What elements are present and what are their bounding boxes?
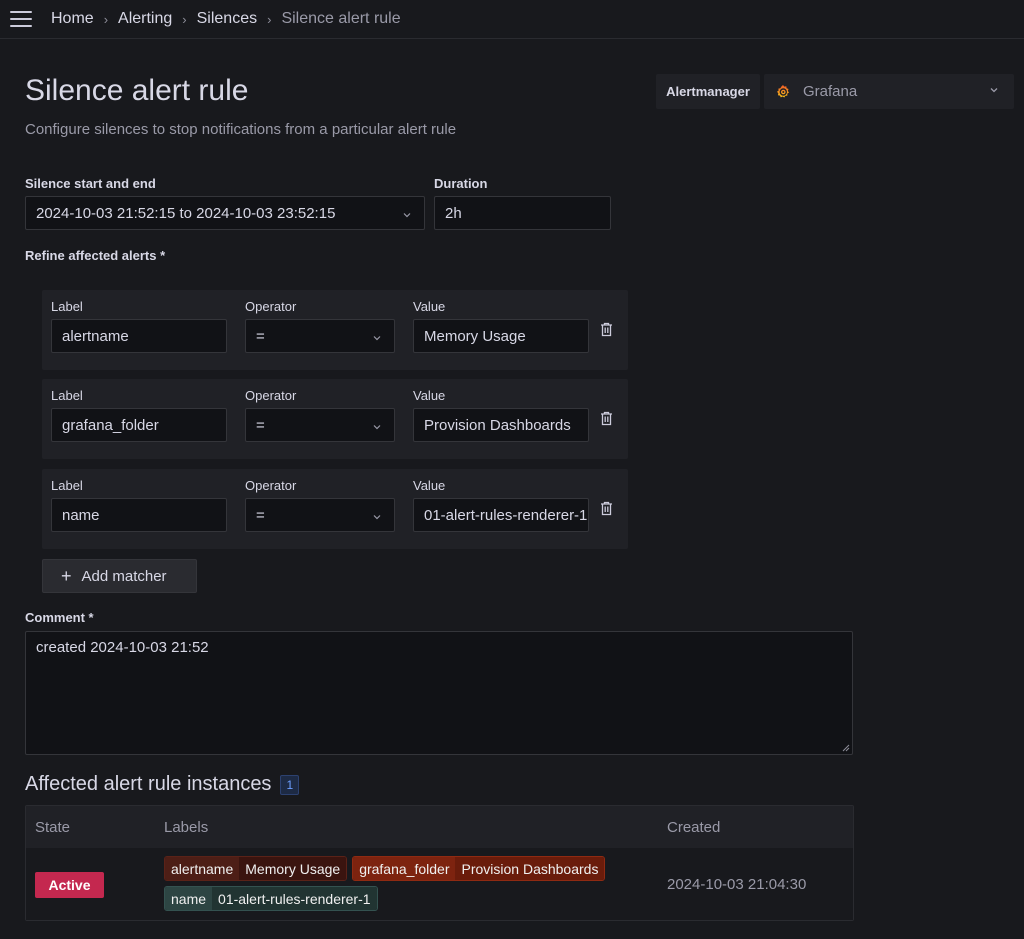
affected-instances-heading: Affected alert rule instances 1	[25, 773, 300, 796]
breadcrumb-alerting[interactable]: Alerting	[118, 10, 172, 28]
matcher-operator-select[interactable]: =	[245, 498, 395, 532]
chevron-down-icon	[990, 88, 998, 93]
matcher-value-input[interactable]: 01-alert-rules-renderer-1	[413, 498, 589, 532]
label-chip: alertname Memory Usage	[164, 856, 348, 881]
duration-value: 2h	[445, 204, 462, 222]
matcher-operator-value: =	[256, 327, 265, 345]
silence-range-label: Silence start and end	[25, 176, 156, 191]
breadcrumb-separator-icon: ›	[103, 11, 109, 27]
matcher-value-title: Value	[413, 299, 446, 314]
chevron-down-icon	[373, 515, 381, 520]
matcher-label-input[interactable]: alertname	[51, 319, 227, 353]
matcher-operator-title: Operator	[245, 478, 297, 493]
column-header-created: Created	[667, 819, 721, 836]
add-matcher-button[interactable]: + Add matcher	[42, 559, 197, 593]
matcher-label-input[interactable]: grafana_folder	[51, 408, 227, 442]
matcher-operator-title: Operator	[245, 299, 297, 314]
matcher-value-input[interactable]: Provision Dashboards	[413, 408, 589, 442]
affected-instances-title: Affected alert rule instances	[25, 773, 272, 795]
count-badge: 1	[280, 774, 300, 795]
matcher-value-value: 01-alert-rules-renderer-1	[424, 506, 588, 524]
matcher-operator-select[interactable]: =	[245, 408, 395, 442]
page-subtitle: Configure silences to stop notifications…	[25, 121, 457, 138]
alertmanager-select[interactable]: Grafana	[764, 74, 1014, 109]
matcher-operator-value: =	[256, 506, 265, 524]
label-chip: name 01-alert-rules-renderer-1	[164, 886, 378, 911]
comment-label: Comment *	[25, 610, 94, 625]
created-timestamp: 2024-10-03 21:04:30	[667, 876, 807, 893]
matcher-row: Label name Operator = Value 01-alert-rul…	[42, 469, 628, 549]
alertmanager-value: Grafana	[803, 83, 858, 100]
label-value: Memory Usage	[239, 857, 347, 880]
matcher-label-title: Label	[51, 388, 83, 403]
label-key: grafana_folder	[353, 857, 456, 880]
labels-list: alertname Memory Usage grafana_folder Pr…	[164, 856, 624, 911]
silence-range-value: 2024-10-03 21:52:15 to 2024-10-03 23:52:…	[36, 204, 336, 222]
trash-icon[interactable]	[600, 322, 613, 337]
trash-icon[interactable]	[600, 411, 613, 426]
duration-input[interactable]: 2h	[434, 196, 611, 230]
matcher-label-value: grafana_folder	[62, 416, 159, 434]
matcher-value-value: Provision Dashboards	[424, 416, 571, 434]
breadcrumb-home[interactable]: Home	[51, 10, 94, 28]
plus-icon: +	[61, 566, 72, 586]
breadcrumb-separator-icon: ›	[267, 11, 272, 27]
matcher-value-input[interactable]: Memory Usage	[413, 319, 589, 353]
chevron-down-icon	[373, 425, 381, 430]
silence-range-picker[interactable]: 2024-10-03 21:52:15 to 2024-10-03 23:52:…	[25, 196, 425, 230]
breadcrumb-current: Silence alert rule	[281, 10, 401, 27]
grafana-logo-icon	[777, 84, 789, 97]
matcher-label-title: Label	[51, 299, 83, 314]
matcher-label-input[interactable]: name	[51, 498, 227, 532]
comment-textarea[interactable]: created 2024-10-03 21:52	[25, 631, 853, 755]
matcher-row: Label grafana_folder Operator = Value Pr…	[42, 379, 628, 459]
label-value: 01-alert-rules-renderer-1	[212, 887, 377, 910]
label-key: alertname	[165, 857, 240, 880]
alertmanager-label: Alertmanager	[656, 74, 760, 109]
breadcrumb-silences[interactable]: Silences	[197, 10, 257, 28]
resize-handle-icon[interactable]	[842, 744, 850, 752]
chevron-down-icon	[403, 213, 411, 218]
label-key: name	[165, 887, 213, 910]
matcher-operator-title: Operator	[245, 388, 297, 403]
matcher-row: Label alertname Operator = Value Memory …	[42, 290, 628, 370]
matcher-value-value: Memory Usage	[424, 327, 526, 345]
label-value: Provision Dashboards	[455, 857, 605, 880]
column-header-state: State	[35, 819, 71, 836]
table-row: Active alertname Memory Usage grafana_fo…	[26, 848, 853, 920]
column-header-labels: Labels	[164, 819, 209, 836]
state-badge: Active	[35, 872, 104, 898]
comment-value: created 2024-10-03 21:52	[36, 639, 209, 656]
label-chip: grafana_folder Provision Dashboards	[352, 856, 606, 881]
matcher-label-value: alertname	[62, 327, 129, 345]
affected-instances-table: State Labels Created Active alertname Me…	[25, 805, 854, 921]
chevron-down-icon	[373, 336, 381, 341]
hamburger-menu-icon[interactable]	[10, 11, 32, 27]
top-nav-bar: Home › Alerting › Silences › Silence ale…	[0, 0, 1024, 39]
matcher-label-value: name	[62, 506, 100, 524]
page-title: Silence alert rule	[25, 74, 249, 107]
breadcrumb-separator-icon: ›	[182, 11, 187, 27]
duration-label: Duration	[434, 176, 488, 191]
trash-icon[interactable]	[600, 501, 613, 516]
matcher-value-title: Value	[413, 388, 446, 403]
matcher-label-title: Label	[51, 478, 83, 493]
breadcrumb: Home › Alerting › Silences › Silence ale…	[51, 10, 401, 28]
table-header: State Labels Created	[26, 806, 853, 848]
matcher-value-title: Value	[413, 478, 446, 493]
refine-alerts-label: Refine affected alerts *	[25, 248, 166, 263]
matcher-operator-select[interactable]: =	[245, 319, 395, 353]
matcher-operator-value: =	[256, 416, 265, 434]
add-matcher-label: Add matcher	[81, 567, 167, 585]
